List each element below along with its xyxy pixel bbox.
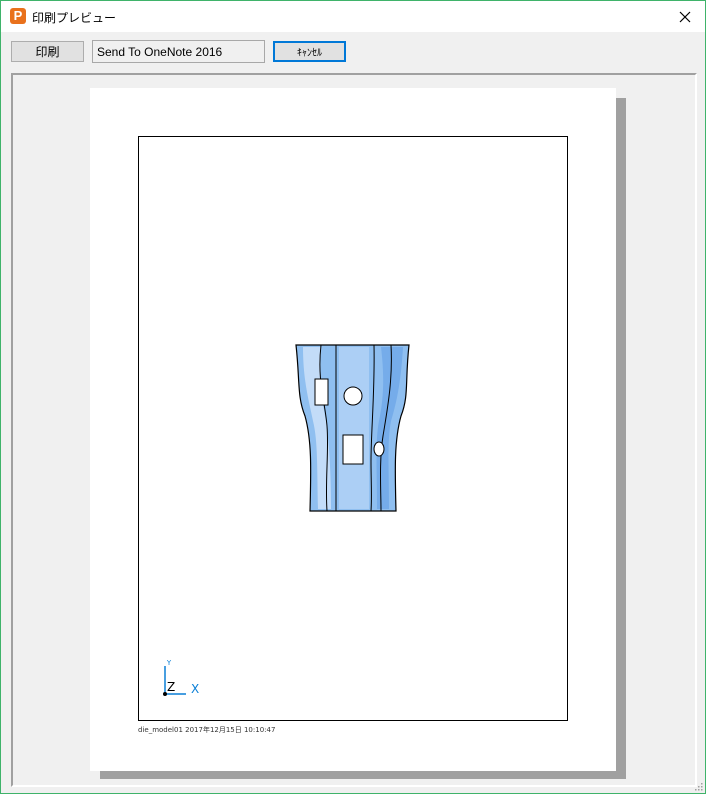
print-button[interactable]: 印刷: [11, 41, 84, 62]
print-preview-window: P 印刷プレビュー 印刷 Send To OneNote 2016 ｷｬﾝｾﾙ …: [0, 0, 706, 794]
printer-name-field[interactable]: Send To OneNote 2016: [92, 40, 265, 63]
title-bar[interactable]: P 印刷プレビュー: [1, 1, 705, 32]
model-hole-round: [343, 386, 363, 406]
axis-origin: [163, 692, 167, 696]
axis-triad: Y Z X: [163, 659, 199, 696]
axis-label-x: X: [191, 682, 199, 696]
model-slot-left: [314, 378, 329, 406]
window-title: 印刷プレビュー: [32, 11, 117, 25]
model-hole-small: [373, 441, 385, 457]
axis-label-y: Y: [166, 659, 172, 667]
resize-grip-icon[interactable]: [693, 781, 703, 791]
app-logo-icon: P: [10, 8, 26, 24]
cancel-button[interactable]: ｷｬﾝｾﾙ: [273, 41, 346, 62]
model-highlight-center: [339, 347, 369, 509]
page-footer: die_model01 2017年12月15日 10:10:47: [138, 726, 276, 734]
close-button[interactable]: [665, 1, 705, 32]
close-icon: [679, 11, 691, 22]
model-view: [295, 344, 410, 512]
model-slot-center: [342, 434, 364, 465]
axis-label-z: Z: [167, 680, 175, 694]
